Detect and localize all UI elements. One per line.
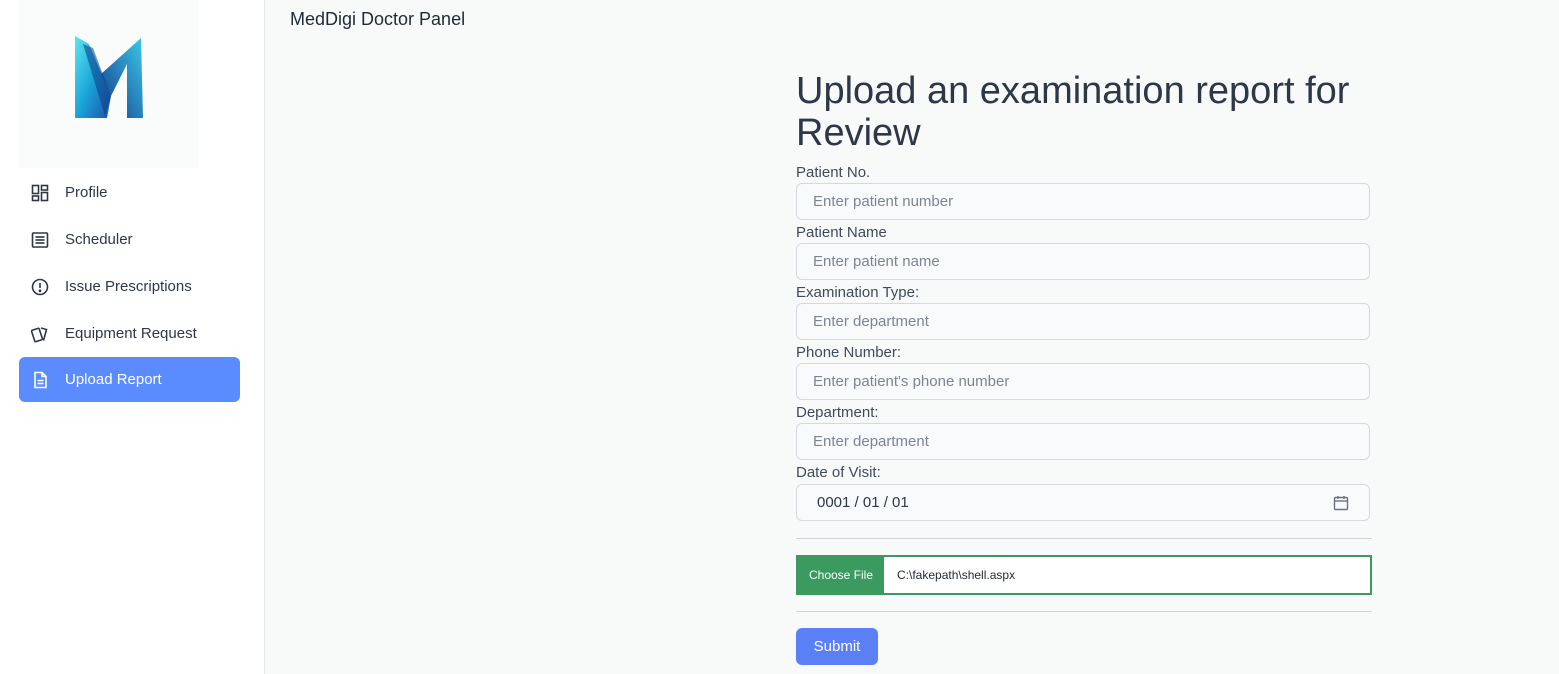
submit-button[interactable]: Submit: [796, 628, 878, 665]
sidebar-item-label: Equipment Request: [65, 325, 197, 342]
patient-name-label: Patient Name: [796, 224, 887, 241]
patient-name-input[interactable]: [796, 243, 1370, 280]
sidebar: Profile Scheduler Issue Prescriptions Eq…: [0, 0, 265, 674]
logo: [19, 0, 199, 168]
sidebar-item-issue-prescriptions[interactable]: Issue Prescriptions: [19, 264, 240, 309]
patient-no-label: Patient No.: [796, 164, 871, 181]
sidebar-item-label: Issue Prescriptions: [65, 278, 192, 295]
date-value: 0001 / 01 / 01: [817, 494, 909, 511]
dashboard-icon: [31, 184, 49, 202]
sidebar-item-upload-report[interactable]: Upload Report: [19, 357, 240, 402]
calendar-icon[interactable]: [1333, 495, 1349, 511]
department-label: Department:: [796, 404, 879, 421]
divider: [796, 538, 1372, 539]
divider: [796, 611, 1372, 612]
date-of-visit-input[interactable]: 0001 / 01 / 01: [796, 484, 1370, 521]
alert-circle-icon: [31, 278, 49, 296]
sidebar-item-label: Profile: [65, 184, 108, 201]
department-input[interactable]: [796, 423, 1370, 460]
file-name: C:\fakepath\shell.aspx: [897, 568, 1016, 582]
meddigi-logo-icon: [75, 36, 143, 118]
cards-icon: [31, 325, 49, 343]
app-title: MedDigi Doctor Panel: [290, 9, 466, 29]
phone-number-input[interactable]: [796, 363, 1370, 400]
page-title: Upload an examination report for Review: [796, 70, 1350, 154]
list-icon: [31, 231, 49, 249]
document-icon: [31, 371, 49, 389]
sidebar-item-label: Upload Report: [65, 371, 162, 388]
file-input[interactable]: Choose File C:\fakepath\shell.aspx: [796, 555, 1372, 595]
sidebar-item-scheduler[interactable]: Scheduler: [19, 217, 240, 262]
choose-file-button[interactable]: Choose File: [798, 557, 884, 593]
sidebar-item-profile[interactable]: Profile: [19, 170, 240, 215]
sidebar-item-label: Scheduler: [65, 231, 133, 248]
phone-number-label: Phone Number:: [796, 344, 902, 361]
examination-type-label: Examination Type:: [796, 284, 920, 301]
date-of-visit-label: Date of Visit:: [796, 464, 881, 481]
examination-type-input[interactable]: [796, 303, 1370, 340]
patient-no-input[interactable]: [796, 183, 1370, 220]
sidebar-item-equipment-request[interactable]: Equipment Request: [19, 311, 240, 356]
